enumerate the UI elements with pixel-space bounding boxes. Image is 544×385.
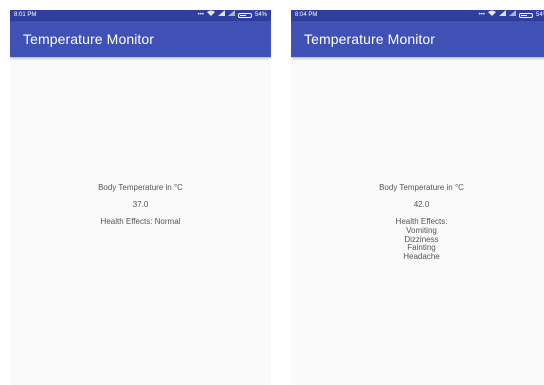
- battery-percent: 54%: [254, 12, 267, 18]
- app-title: Temperature Monitor: [304, 31, 436, 47]
- temperature-panel: Body Temperature in °C 42.0 Health Effec…: [291, 183, 544, 261]
- health-effects-list: Vomiting Dizziness Fainting Headache: [291, 226, 544, 261]
- health-effect-item: Headache: [403, 251, 440, 261]
- battery-icon: [518, 13, 533, 18]
- signal-icon-secondary: [508, 10, 516, 21]
- health-effects-text: Health Effects: Normal: [100, 217, 181, 226]
- app-bar: Temperature Monitor: [291, 21, 544, 57]
- status-bar: 8:01 PM ••• 54%: [10, 10, 271, 21]
- temperature-value: 42.0: [413, 200, 430, 209]
- status-icons: ••• 54%: [479, 10, 544, 21]
- more-dots-icon: •••: [478, 12, 485, 18]
- app-title: Temperature Monitor: [23, 31, 155, 47]
- temperature-label: Body Temperature in °C: [379, 183, 464, 192]
- phone-screen-high: 8:04 PM ••• 54% Temperature Monitor Body…: [291, 10, 544, 385]
- temperature-panel: Body Temperature in °C 37.0 Health Effec…: [10, 183, 271, 227]
- temperature-label: Body Temperature in °C: [98, 183, 183, 192]
- signal-icon: [217, 10, 225, 21]
- more-dots-icon: •••: [197, 12, 204, 18]
- status-icons: ••• 54%: [198, 10, 267, 21]
- wifi-icon: [206, 10, 215, 21]
- battery-percent: 54%: [535, 12, 544, 18]
- signal-icon-secondary: [227, 10, 235, 21]
- battery-icon: [237, 13, 252, 18]
- status-time: 8:04 PM: [295, 12, 318, 18]
- phone-screen-normal: 8:01 PM ••• 54% Temperature Monitor Body…: [10, 10, 271, 385]
- temperature-value: 37.0: [132, 200, 149, 209]
- signal-icon: [498, 10, 506, 21]
- status-time: 8:01 PM: [14, 12, 37, 18]
- wifi-icon: [487, 10, 496, 21]
- status-bar: 8:04 PM ••• 54%: [291, 10, 544, 21]
- app-bar: Temperature Monitor: [10, 21, 271, 57]
